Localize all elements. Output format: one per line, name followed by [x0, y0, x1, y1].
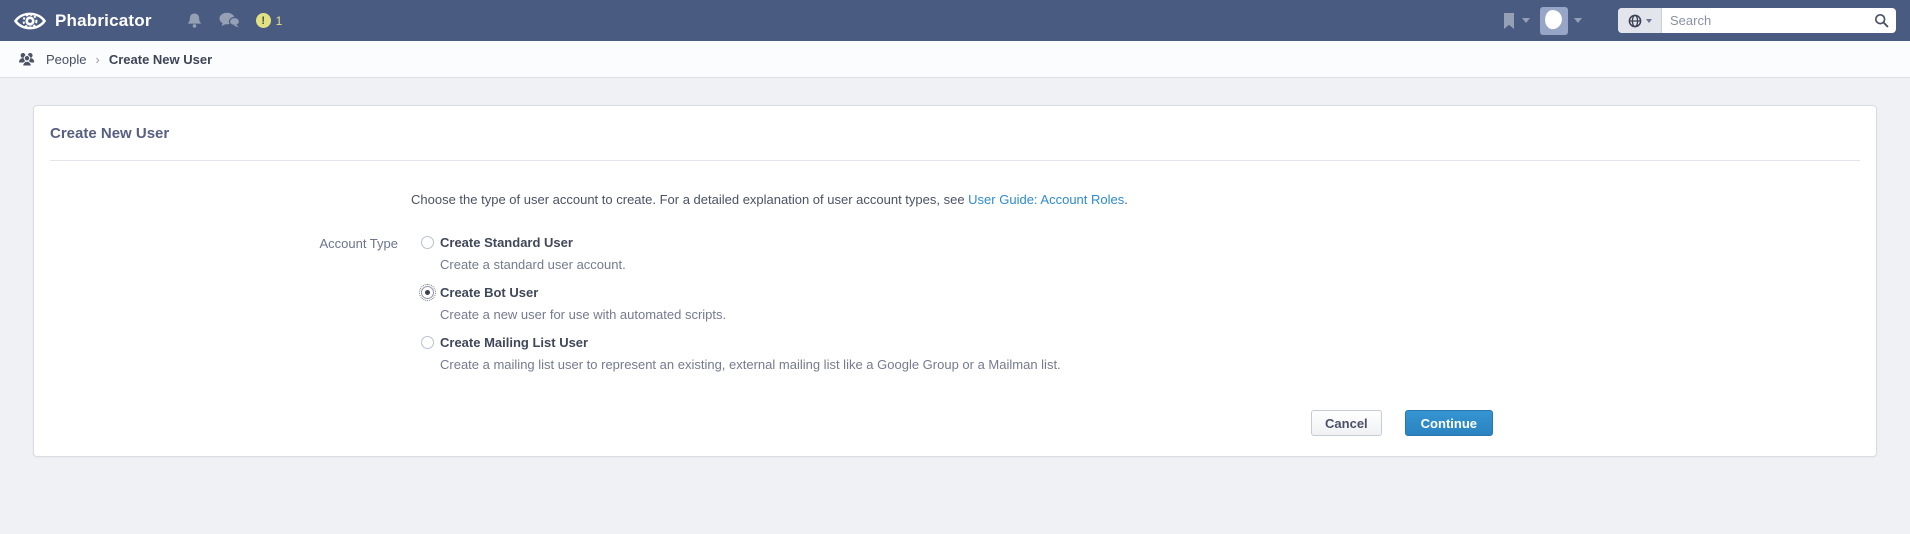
page-title: Create New User: [50, 125, 169, 142]
search-scope-selector[interactable]: [1618, 8, 1662, 33]
form-actions: Cancel Continue: [34, 410, 1493, 436]
home-link[interactable]: Phabricator: [14, 6, 152, 36]
breadcrumb: People › Create New User: [0, 41, 1910, 78]
chevron-down-icon: [1522, 18, 1530, 23]
people-group-icon: [18, 52, 37, 67]
option-label[interactable]: Create Mailing List User: [440, 335, 588, 350]
alert-count: 1: [276, 14, 283, 28]
option-description: Create a mailing list user to represent …: [440, 357, 1061, 372]
breadcrumb-separator: ›: [95, 52, 99, 67]
user-guide-link[interactable]: User Guide: Account Roles: [968, 192, 1124, 207]
radio-mailing-list-user[interactable]: [421, 336, 434, 349]
user-menu[interactable]: [1540, 7, 1582, 35]
radio-row-standard-user[interactable]: Create Standard User: [421, 235, 1061, 250]
option-create-bot-user: Create Bot User Create a new user for us…: [421, 285, 1061, 322]
account-type-form: Choose the type of user account to creat…: [34, 161, 1876, 456]
radio-row-mailing-list-user[interactable]: Create Mailing List User: [421, 335, 1061, 350]
cancel-button[interactable]: Cancel: [1311, 410, 1382, 436]
option-description: Create a new user for use with automated…: [440, 307, 1061, 322]
option-label[interactable]: Create Bot User: [440, 285, 538, 300]
favorites-menu[interactable]: [1502, 12, 1530, 30]
chevron-down-icon: [1646, 19, 1652, 23]
option-description: Create a standard user account.: [440, 257, 1061, 272]
setup-issues-indicator[interactable]: 1: [256, 13, 283, 28]
search-submit-button[interactable]: [1866, 8, 1896, 33]
option-create-mailing-list-user: Create Mailing List User Create a mailin…: [421, 335, 1061, 372]
intro-text-after: .: [1124, 192, 1128, 207]
brand-name: Phabricator: [55, 11, 152, 31]
alert-icon: [256, 13, 271, 28]
account-type-label: Account Type: [34, 235, 398, 385]
radio-row-bot-user[interactable]: Create Bot User: [421, 285, 1061, 300]
create-new-user-card: Create New User Choose the type of user …: [33, 105, 1877, 457]
conpherence-chat-icon[interactable]: [219, 12, 240, 29]
chevron-down-icon: [1574, 18, 1582, 23]
radio-standard-user[interactable]: [421, 236, 434, 249]
option-create-standard-user: Create Standard User Create a standard u…: [421, 235, 1061, 272]
main-menu-bar: Phabricator 1: [0, 0, 1910, 41]
global-search: [1618, 8, 1896, 33]
continue-button[interactable]: Continue: [1405, 410, 1493, 436]
search-input[interactable]: [1662, 13, 1866, 28]
intro-text: Choose the type of user account to creat…: [411, 191, 1876, 209]
breadcrumb-current-page: Create New User: [109, 52, 212, 67]
radio-bot-user[interactable]: [421, 286, 434, 299]
search-icon: [1874, 13, 1889, 28]
notifications-bell-icon[interactable]: [186, 12, 203, 29]
phabricator-logo-icon: [14, 6, 46, 36]
option-label[interactable]: Create Standard User: [440, 235, 573, 250]
globe-icon: [1628, 14, 1642, 28]
card-header: Create New User: [50, 106, 1860, 161]
breadcrumb-people[interactable]: People: [46, 52, 86, 67]
intro-text-before: Choose the type of user account to creat…: [411, 192, 968, 207]
bookmark-icon: [1502, 12, 1516, 30]
avatar: [1540, 7, 1568, 35]
